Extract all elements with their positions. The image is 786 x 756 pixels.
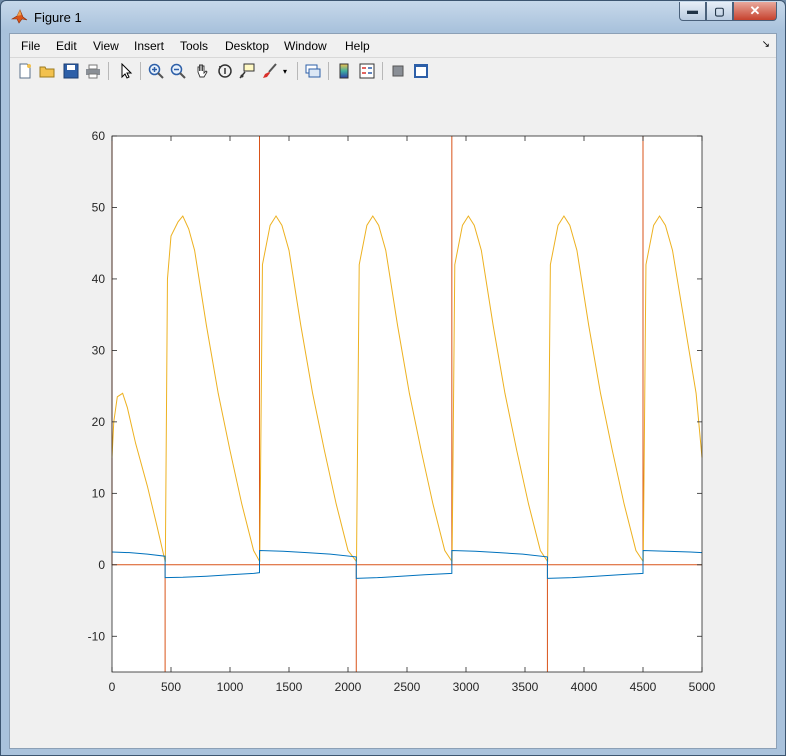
y-tick-label: 10 bbox=[92, 486, 106, 500]
y-tick-label: 20 bbox=[92, 415, 106, 429]
x-tick-label: 3000 bbox=[453, 680, 480, 694]
x-tick-label: 3500 bbox=[512, 680, 539, 694]
x-tick-label: 0 bbox=[109, 680, 116, 694]
zoom-in-icon[interactable] bbox=[146, 61, 166, 81]
figure-client-area: File Edit View Insert Tools Desktop Wind… bbox=[9, 33, 777, 749]
x-tick-label: 4500 bbox=[630, 680, 657, 694]
menu-bar: File Edit View Insert Tools Desktop Wind… bbox=[10, 34, 776, 56]
x-tick-label: 1000 bbox=[217, 680, 244, 694]
new-figure-icon[interactable] bbox=[15, 61, 35, 81]
matlab-logo-icon bbox=[11, 9, 28, 24]
menu-view[interactable]: View bbox=[93, 39, 119, 53]
print-icon[interactable] bbox=[83, 61, 103, 81]
menu-window[interactable]: Window bbox=[284, 39, 327, 53]
x-tick-label: 2000 bbox=[335, 680, 362, 694]
x-tick-label: 5000 bbox=[689, 680, 716, 694]
axes-background[interactable] bbox=[112, 136, 702, 672]
y-tick-label: 30 bbox=[92, 343, 106, 357]
y-tick-label: 0 bbox=[98, 558, 105, 572]
figure-toolbar: ▾ bbox=[10, 57, 776, 87]
minimize-button[interactable]: ▬ bbox=[679, 2, 706, 21]
menu-dock-arrow-icon[interactable]: ↘ bbox=[762, 39, 770, 50]
y-tick-label: 40 bbox=[92, 272, 106, 286]
menu-edit[interactable]: Edit bbox=[56, 39, 77, 53]
hide-plot-tools-icon[interactable] bbox=[388, 61, 408, 81]
x-tick-label: 1500 bbox=[276, 680, 303, 694]
menu-help[interactable]: Help bbox=[345, 39, 370, 53]
figure-window: Figure 1 ▬ ▢ ✕ File Edit View Insert Too… bbox=[0, 0, 786, 756]
window-title: Figure 1 bbox=[34, 10, 82, 25]
figure-canvas: 0 500 1000 1500 2000 2500 3000 3500 4000 4500 5000… bbox=[10, 86, 776, 748]
menu-insert[interactable]: Insert bbox=[134, 39, 164, 53]
link-plot-icon[interactable] bbox=[303, 61, 323, 81]
close-button[interactable]: ✕ bbox=[733, 2, 777, 21]
y-tick-label: 60 bbox=[92, 129, 106, 143]
x-tick-label: 2500 bbox=[394, 680, 421, 694]
x-tick-label: 4000 bbox=[571, 680, 598, 694]
brush-icon[interactable] bbox=[260, 61, 280, 81]
data-cursor-icon[interactable] bbox=[237, 61, 257, 81]
save-icon[interactable] bbox=[61, 61, 81, 81]
menu-tools[interactable]: Tools bbox=[180, 39, 208, 53]
pan-hand-icon[interactable] bbox=[192, 61, 212, 81]
edit-plot-arrow-icon[interactable] bbox=[116, 61, 136, 81]
line-chart[interactable]: 0 500 1000 1500 2000 2500 3000 3500 4000 4500 5000… bbox=[10, 86, 776, 748]
legend-icon[interactable] bbox=[357, 61, 377, 81]
colorbar-icon[interactable] bbox=[334, 61, 354, 81]
menu-file[interactable]: File bbox=[21, 39, 40, 53]
zoom-out-icon[interactable] bbox=[168, 61, 188, 81]
title-bar[interactable]: Figure 1 ▬ ▢ ✕ bbox=[1, 1, 785, 33]
show-plot-tools-icon[interactable] bbox=[411, 61, 431, 81]
rotate-3d-icon[interactable] bbox=[215, 61, 235, 81]
y-tick-label: -10 bbox=[88, 629, 106, 643]
y-tick-label: 50 bbox=[92, 200, 106, 214]
maximize-button[interactable]: ▢ bbox=[706, 2, 733, 21]
menu-desktop[interactable]: Desktop bbox=[225, 39, 269, 53]
x-tick-label: 500 bbox=[161, 680, 181, 694]
brush-dropdown-icon[interactable]: ▾ bbox=[280, 61, 290, 81]
open-file-icon[interactable] bbox=[37, 61, 57, 81]
